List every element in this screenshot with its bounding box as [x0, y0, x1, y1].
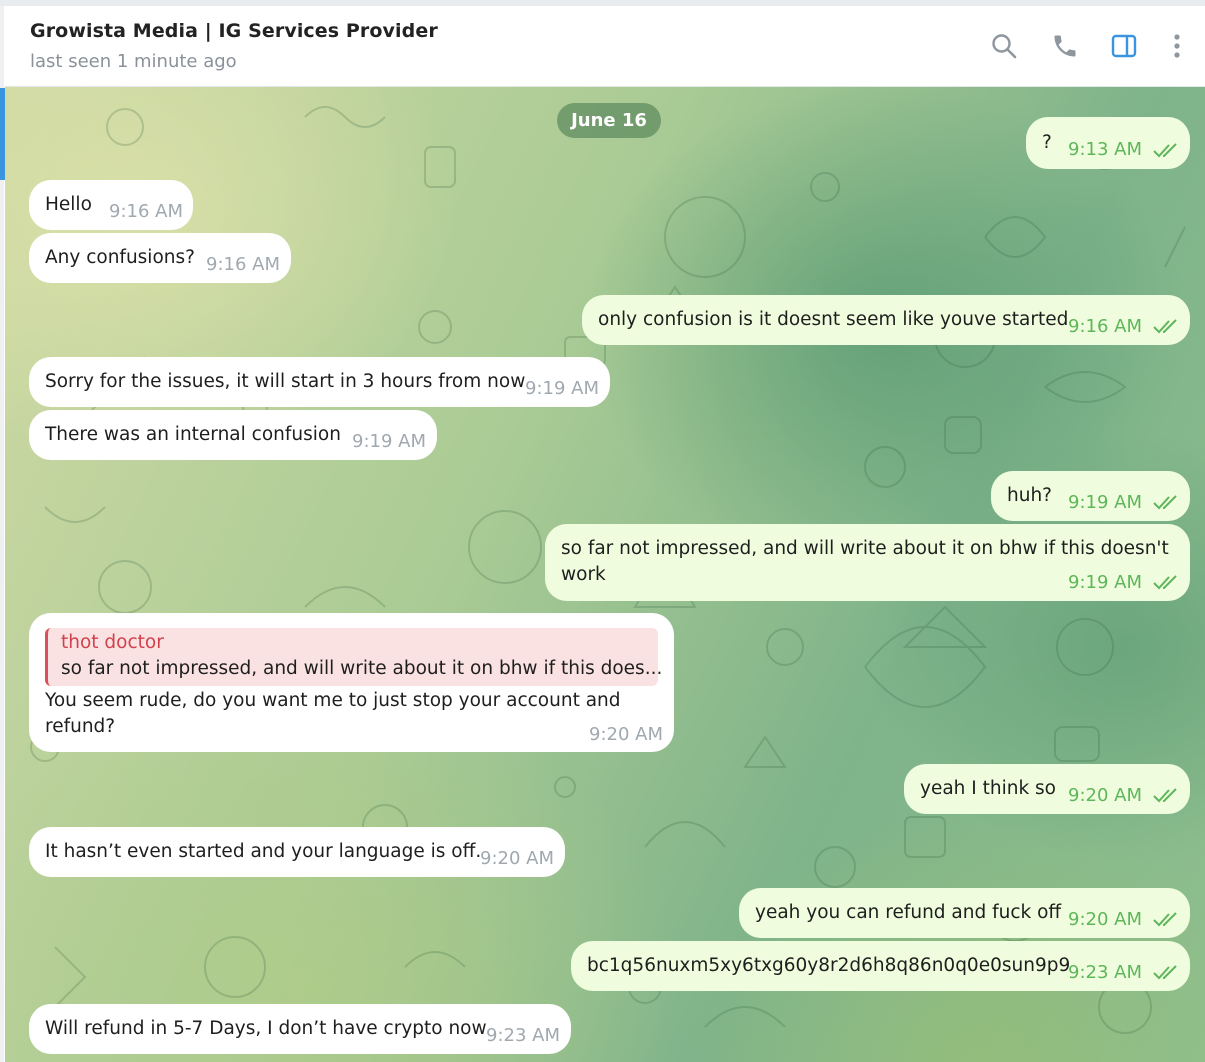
message-text: yeah you can refund and fuck off	[755, 902, 1062, 923]
message-outgoing[interactable]: bc1q56nuxm5xy6txg60y8r2d6h8q86n0q0e0sun9…	[571, 941, 1190, 991]
read-ticks-icon	[1153, 575, 1177, 590]
more-vert-icon[interactable]	[1161, 30, 1193, 62]
message-time: 9:20 AM	[589, 724, 663, 745]
message-time: 9:13 AM	[1068, 139, 1142, 160]
message-time: 9:19 AM	[1068, 572, 1142, 593]
message-time: 9:23 AM	[486, 1025, 560, 1046]
message-text: There was an internal confusion	[45, 424, 341, 445]
message-text-line-2: refund?	[45, 716, 116, 737]
message-time: 9:16 AM	[206, 254, 280, 275]
reply-author: thot doctor	[61, 632, 164, 653]
message-outgoing[interactable]: yeah you can refund and fuck off 9:20 AM	[739, 888, 1190, 938]
message-time: 9:16 AM	[109, 201, 183, 222]
read-ticks-icon	[1153, 912, 1177, 927]
message-outgoing[interactable]: yeah I think so 9:20 AM	[904, 764, 1190, 814]
message-time: 9:20 AM	[1068, 785, 1142, 806]
phone-icon[interactable]	[1049, 30, 1081, 62]
message-outgoing[interactable]: only confusion is it doesnt seem like yo…	[582, 295, 1190, 345]
message-text: only confusion is it doesnt seem like yo…	[598, 309, 1069, 330]
message-text-line-1: You seem rude, do you want me to just st…	[45, 690, 621, 711]
message-incoming[interactable]: Hello 9:16 AM	[29, 180, 193, 230]
message-time: 9:23 AM	[1068, 962, 1142, 983]
message-text: huh?	[1007, 485, 1052, 506]
message-text: Sorry for the issues, it will start in 3…	[45, 371, 526, 392]
message-incoming[interactable]: Any confusions? 9:16 AM	[29, 233, 291, 283]
message-incoming-reply[interactable]: thot doctor so far not impressed, and wi…	[29, 613, 674, 752]
message-text: Any confusions?	[45, 247, 195, 268]
message-time: 9:16 AM	[1068, 316, 1142, 337]
reply-quote[interactable]: thot doctor so far not impressed, and wi…	[45, 628, 662, 686]
message-time: 9:19 AM	[1068, 492, 1142, 513]
message-text: yeah I think so	[920, 778, 1057, 799]
message-text: It hasn’t even started and your language…	[45, 841, 482, 862]
message-text-line-1: so far not impressed, and will write abo…	[561, 538, 1169, 559]
read-ticks-icon	[1153, 965, 1177, 980]
message-incoming[interactable]: It hasn’t even started and your language…	[29, 827, 565, 877]
read-ticks-icon	[1153, 788, 1177, 803]
message-time: 9:20 AM	[480, 848, 554, 869]
chat-area[interactable]: June 16 ? 9:13 AM Hello 9:16 AM Any conf…	[5, 87, 1205, 1062]
sidebar-toggle-icon[interactable]	[1108, 30, 1140, 62]
search-icon[interactable]	[988, 30, 1020, 62]
message-incoming[interactable]: Will refund in 5-7 Days, I don’t have cr…	[29, 1004, 571, 1054]
chat-status: last seen 1 minute ago	[30, 51, 237, 72]
message-incoming[interactable]: Sorry for the issues, it will start in 3…	[29, 357, 610, 407]
message-text-line-2: work	[561, 564, 606, 585]
message-outgoing[interactable]: so far not impressed, and will write abo…	[545, 524, 1190, 601]
chat-header[interactable]: Growista Media | IG Services Provider la…	[4, 6, 1205, 87]
message-time: 9:19 AM	[352, 431, 426, 452]
message-text: bc1q56nuxm5xy6txg60y8r2d6h8q86n0q0e0sun9…	[587, 955, 1071, 976]
chat-title[interactable]: Growista Media | IG Services Provider	[30, 20, 438, 42]
message-text: Will refund in 5-7 Days, I don’t have cr…	[45, 1018, 487, 1039]
reply-snippet: so far not impressed, and will write abo…	[61, 658, 663, 679]
message-text: ?	[1042, 132, 1052, 153]
message-outgoing[interactable]: huh? 9:19 AM	[991, 471, 1190, 521]
read-ticks-icon	[1153, 143, 1177, 158]
message-time: 9:19 AM	[525, 378, 599, 399]
message-time: 9:20 AM	[1068, 909, 1142, 930]
message-text: Hello	[45, 194, 92, 215]
date-separator: June 16	[557, 103, 661, 138]
read-ticks-icon	[1153, 319, 1177, 334]
read-ticks-icon	[1153, 495, 1177, 510]
message-incoming[interactable]: There was an internal confusion 9:19 AM	[29, 410, 437, 460]
message-outgoing[interactable]: ? 9:13 AM	[1026, 117, 1190, 169]
